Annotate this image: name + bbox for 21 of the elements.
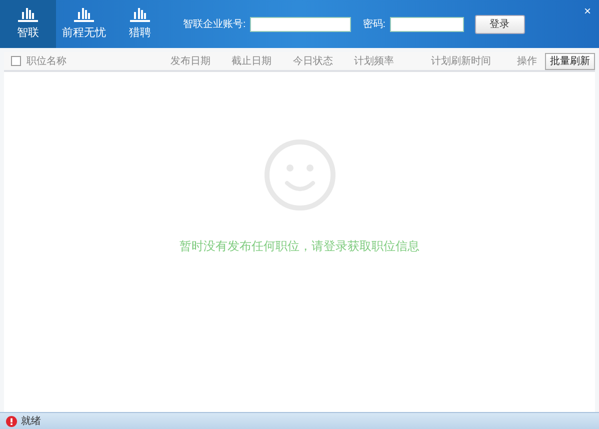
column-header: 职位名称 (26, 54, 68, 68)
alert-icon (6, 416, 17, 426)
login-button[interactable]: 登录 (474, 14, 525, 34)
column-header: 发布日期 (170, 54, 212, 68)
close-button[interactable]: × (584, 2, 591, 20)
tab[interactable]: 智联 (0, 0, 56, 48)
column-header: 今日状态 (292, 54, 334, 68)
tab[interactable]: 前程无忧 (56, 0, 112, 48)
password-label: 密码: (362, 18, 386, 32)
column-header: 计划频率 (354, 54, 396, 68)
column-header: 操作 (517, 54, 537, 68)
status-text: 就绪 (21, 414, 41, 428)
batch-refresh-button[interactable]: 批量刷新 (545, 52, 595, 70)
checkbox[interactable] (11, 56, 21, 66)
account-label: 智联企业账号: (183, 18, 246, 32)
password-field[interactable] (390, 16, 464, 32)
account-field[interactable] (250, 16, 351, 32)
column-header: 截止日期 (232, 54, 273, 68)
column-header: 计划刷新时间 (430, 54, 492, 68)
tab[interactable]: 猎聘 (112, 0, 168, 48)
empty-message: 暂时没有发布任何职位，请登录获取职位信息 (180, 238, 420, 255)
